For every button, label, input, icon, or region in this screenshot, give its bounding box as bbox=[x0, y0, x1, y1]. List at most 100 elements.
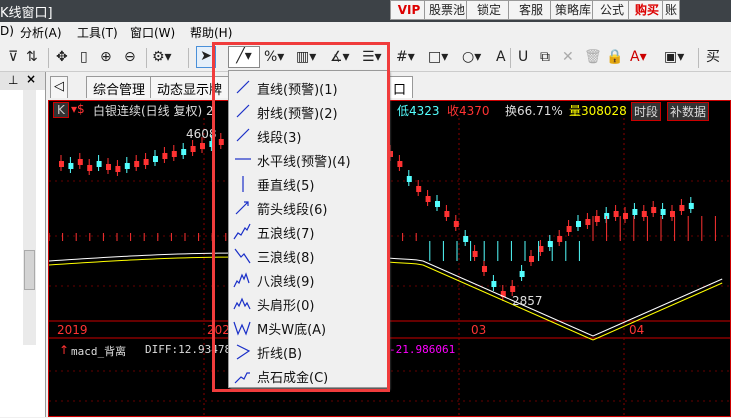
title-bar: K线窗口] VIP 股票池 锁定 客服 策略库 公式 购买账 bbox=[0, 0, 731, 22]
tab-scroll-left[interactable]: ◁ bbox=[50, 76, 68, 98]
tab-kline[interactable]: 口 bbox=[386, 76, 414, 98]
draw-menu-item[interactable]: M头W底(A) bbox=[229, 315, 389, 339]
macd-name: macd_背离 bbox=[71, 345, 127, 358]
sort-icon[interactable]: ⇅ bbox=[26, 48, 38, 66]
draw-tool-icon bbox=[233, 223, 251, 240]
menu-window[interactable]: 窗口(W) bbox=[130, 24, 175, 41]
title-button[interactable]: 策略库 bbox=[550, 0, 596, 20]
menu-bar: D) 分析(A) 工具(T) 窗口(W) 帮助(H) bbox=[0, 22, 731, 42]
draw-menu-label: M头W底(A) bbox=[257, 323, 327, 338]
filter-icon[interactable]: ⊽ bbox=[8, 48, 18, 66]
menu-help[interactable]: 帮助(H) bbox=[190, 24, 232, 41]
arrow-up-icon: ↑ bbox=[59, 343, 70, 357]
draw-tool-icon bbox=[236, 344, 251, 360]
high-price-label: 4608 bbox=[186, 127, 217, 141]
menu-tools[interactable]: 工具(T) bbox=[77, 24, 118, 41]
date-label: 2019 bbox=[57, 323, 88, 337]
title-button[interactable]: 购买 bbox=[628, 0, 666, 20]
scrollbar-thumb[interactable] bbox=[24, 250, 35, 290]
date-label: 202 bbox=[207, 323, 230, 337]
magnet-icon[interactable]: U bbox=[518, 48, 528, 66]
text-color-icon[interactable]: A▾ bbox=[630, 48, 647, 66]
draw-menu-item[interactable]: 三浪线(8) bbox=[229, 243, 389, 267]
draw-line-menu: 直线(预警)(1) 射线(预警)(2) 线段(3) 水平线(预警)(4) 垂直线(5) 箭… bbox=[228, 70, 388, 388]
draw-menu-label: 点石成金(C) bbox=[257, 371, 329, 386]
tab-dynamic-board[interactable]: 动态显示牌 bbox=[150, 76, 230, 98]
menu-prev[interactable]: D) bbox=[0, 24, 14, 38]
title-button[interactable]: 客服 bbox=[508, 0, 554, 20]
draw-tool-icon bbox=[234, 248, 251, 264]
draw-menu-item[interactable]: 射线(预警)(2) bbox=[229, 99, 389, 123]
date-label: 04 bbox=[629, 323, 645, 337]
draw-tool-icon bbox=[233, 272, 250, 288]
settings-icon[interactable]: ⚙▾ bbox=[152, 48, 172, 66]
draw-menu-item[interactable]: 五浪线(7) bbox=[229, 219, 389, 243]
draw-menu-label: 水平线(预警)(4) bbox=[257, 155, 351, 170]
draw-menu-label: 箭头线段(6) bbox=[257, 203, 328, 218]
draw-tool-icon bbox=[234, 372, 250, 384]
move-icon[interactable]: ✥ bbox=[56, 48, 68, 66]
macd-diff: DIFF:12.93478 bbox=[145, 343, 232, 356]
macd-dea: -21.986061 bbox=[389, 343, 456, 356]
title-button[interactable]: 股票池 bbox=[424, 0, 470, 20]
title-button[interactable]: 账 bbox=[662, 0, 680, 20]
draw-menu-label: 八浪线(9) bbox=[257, 275, 315, 290]
text-icon[interactable]: A bbox=[496, 48, 506, 66]
percent-icon[interactable]: %▾ bbox=[264, 48, 284, 66]
draw-tool-icon bbox=[235, 201, 249, 215]
draw-menu-label: 垂直线(5) bbox=[257, 179, 315, 194]
draw-tool-icon bbox=[235, 158, 251, 160]
draw-tool-icon bbox=[236, 128, 250, 142]
draw-menu-item[interactable]: 箭头线段(6) bbox=[229, 195, 389, 219]
delete-icon[interactable]: ✕ bbox=[562, 48, 574, 66]
line-tool-dropdown[interactable]: ╱▾ bbox=[228, 46, 260, 68]
title-button[interactable]: VIP bbox=[390, 0, 428, 20]
zoom-in-icon[interactable]: ⊕ bbox=[100, 48, 112, 66]
draw-menu-label: 线段(3) bbox=[257, 131, 302, 146]
title-button[interactable]: 公式 bbox=[592, 0, 632, 20]
menu-analysis[interactable]: 分析(A) bbox=[20, 24, 62, 41]
candles-layer bbox=[49, 118, 731, 418]
title-button[interactable]: 锁定 bbox=[466, 0, 512, 20]
draw-menu-item[interactable]: 垂直线(5) bbox=[229, 171, 389, 195]
draw-menu-label: 五浪线(7) bbox=[257, 227, 315, 242]
circle-icon[interactable]: ○▾ bbox=[462, 48, 481, 66]
rect-icon[interactable]: □▾ bbox=[428, 48, 448, 66]
draw-tool-icon bbox=[236, 80, 250, 94]
draw-menu-label: 折线(B) bbox=[257, 347, 303, 362]
buy-icon[interactable]: 买 bbox=[706, 48, 720, 66]
pointer-icon[interactable]: ➤ bbox=[196, 46, 216, 68]
kline-chart[interactable]: K ▾$ 白银连续(日线 复权) 2 低4323 收4370 换66.71% 量… bbox=[48, 100, 731, 418]
lock-icon[interactable]: 🔒 bbox=[606, 48, 623, 66]
left-scrollbar[interactable] bbox=[23, 90, 36, 345]
grid-icon[interactable]: #▾ bbox=[396, 48, 415, 66]
draw-menu-item[interactable]: 八浪线(9) bbox=[229, 267, 389, 291]
channel-icon[interactable]: ☰▾ bbox=[362, 48, 382, 66]
gann-icon[interactable]: ▥▾ bbox=[296, 48, 316, 66]
draw-menu-label: 三浪线(8) bbox=[257, 251, 315, 266]
draw-menu-item[interactable]: 线段(3) bbox=[229, 123, 389, 147]
draw-menu-item[interactable]: 折线(B) bbox=[229, 339, 389, 363]
draw-menu-item[interactable]: 水平线(预警)(4) bbox=[229, 147, 389, 171]
draw-tool-icon bbox=[233, 321, 251, 336]
ruler-icon[interactable]: ▯ bbox=[80, 48, 88, 66]
trash-icon[interactable]: 🗑 bbox=[584, 48, 602, 66]
copy-icon[interactable]: ⧉ bbox=[540, 48, 550, 66]
draw-menu-item[interactable]: 头肩形(0) bbox=[229, 291, 389, 315]
draw-tool-icon bbox=[236, 104, 250, 118]
zoom-out-icon[interactable]: ⊖ bbox=[124, 48, 136, 66]
pin-icon[interactable]: ⊥ bbox=[8, 73, 18, 87]
draw-menu-label: 头肩形(0) bbox=[257, 299, 315, 314]
window-title: K线窗口] bbox=[0, 6, 53, 21]
draw-menu-item[interactable]: 直线(预警)(1) bbox=[229, 75, 389, 99]
low-price-label: 2857 bbox=[512, 294, 543, 308]
tab-overview[interactable]: 综合管理 bbox=[86, 76, 153, 98]
draw-menu-item[interactable]: 点石成金(C) bbox=[229, 363, 389, 387]
angle-icon[interactable]: ∡▾ bbox=[330, 48, 350, 66]
save-icon[interactable]: ▣▾ bbox=[664, 48, 684, 66]
draw-tool-icon bbox=[233, 297, 251, 310]
draw-tool-icon bbox=[242, 176, 244, 192]
close-icon[interactable]: × bbox=[26, 72, 36, 86]
date-label: 03 bbox=[471, 323, 487, 337]
draw-menu-label: 直线(预警)(1) bbox=[257, 83, 338, 98]
